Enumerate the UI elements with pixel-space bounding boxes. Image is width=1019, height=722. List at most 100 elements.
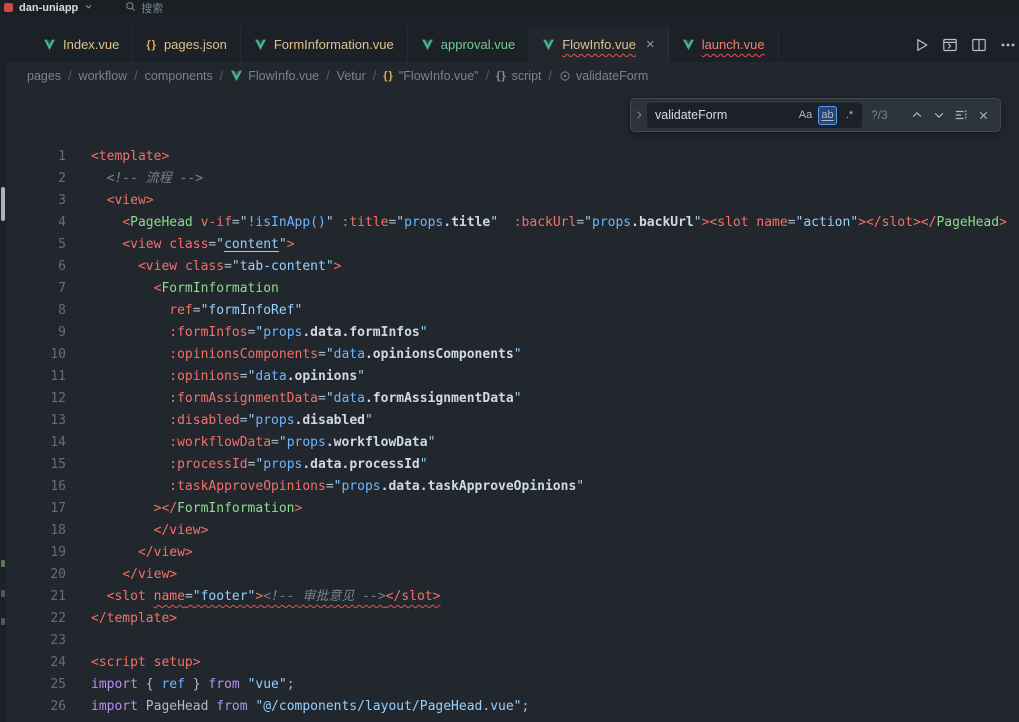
strip-mark — [1, 618, 5, 625]
breadcrumb-item-vetur[interactable]: Vetur — [337, 69, 366, 83]
code-line[interactable]: 20 </view> — [6, 564, 1019, 586]
close-find-button[interactable] — [972, 104, 994, 126]
line-number: 4 — [6, 212, 66, 234]
code-token: " — [514, 347, 522, 362]
code-token: " — [514, 391, 522, 406]
code-line[interactable]: 17 ></FormInformation> — [6, 498, 1019, 520]
code-line[interactable]: 14 :workflowData="props.workflowData" — [6, 432, 1019, 454]
breadcrumb-separator: / — [68, 69, 71, 83]
code-line[interactable]: 3 <view> — [6, 190, 1019, 212]
tab-launch-vue[interactable]: launch.vue — [669, 27, 779, 62]
breadcrumb-item-workflow[interactable]: workflow — [79, 69, 128, 83]
global-search[interactable]: 搜索 — [125, 0, 163, 16]
code-line[interactable]: 2 <!-- 流程 --> — [6, 168, 1019, 190]
line-number: 1 — [6, 146, 66, 168]
code-line[interactable]: 25import { ref } from "vue"; — [6, 674, 1019, 696]
more-actions-button[interactable] — [1000, 37, 1016, 53]
code-token: ref — [169, 303, 192, 318]
code-token: :formAssignmentData — [169, 391, 318, 406]
code-area[interactable]: 1<template>2 <!-- 流程 -->3 <view>4 <PageH… — [6, 90, 1019, 718]
breadcrumb-item-components[interactable]: components — [145, 69, 213, 83]
code-text: <template> — [66, 146, 169, 168]
code-token — [91, 303, 169, 318]
breadcrumb-item-flowinfo-module[interactable]: {}"FlowInfo.vue" — [383, 69, 478, 83]
workspace-name[interactable]: dan-uniapp — [19, 2, 78, 14]
code-token — [91, 457, 169, 472]
code-token: .data.formInfos — [302, 325, 419, 340]
code-line[interactable]: 6 <view class="tab-content"> — [6, 256, 1019, 278]
code-line[interactable]: 11 :opinions="data.opinions" — [6, 366, 1019, 388]
code-token: props — [255, 413, 294, 428]
code-token: class — [169, 237, 208, 252]
code-line[interactable]: 26import PageHead from "@/components/lay… — [6, 696, 1019, 718]
find-input-box: Aa ab .* — [647, 103, 862, 128]
code-token: " — [420, 325, 428, 340]
line-number: 16 — [6, 476, 66, 498]
line-number: 25 — [6, 674, 66, 696]
code-token: " — [279, 237, 287, 252]
code-token: .data.processId — [302, 457, 419, 472]
regex-button[interactable]: .* — [840, 106, 859, 125]
code-line[interactable]: 5 <view class="content"> — [6, 234, 1019, 256]
previous-match-button[interactable] — [906, 104, 928, 126]
breadcrumb-item-script[interactable]: {}script — [496, 69, 541, 83]
code-token: "tab-content" — [232, 259, 334, 274]
code-line[interactable]: 15 :processId="props.data.processId" — [6, 454, 1019, 476]
code-line[interactable]: 12 :formAssignmentData="data.formAssignm… — [6, 388, 1019, 410]
code-line[interactable]: 10 :opinionsComponents="data.opinionsCom… — [6, 344, 1019, 366]
code-line[interactable]: 18 </view> — [6, 520, 1019, 542]
tab-index-vue[interactable]: Index.vue — [30, 27, 133, 62]
code-token: <view> — [107, 193, 154, 208]
next-match-button[interactable] — [928, 104, 950, 126]
code-token — [91, 391, 169, 406]
breadcrumb-item-validateform[interactable]: validateForm — [559, 69, 648, 83]
breadcrumb: pages/workflow/components/FlowInfo.vue/V… — [0, 62, 1019, 90]
code-token: import — [91, 677, 138, 692]
whole-word-button[interactable]: ab — [818, 106, 837, 125]
tab-forminformation-vue[interactable]: FormInformation.vue — [241, 27, 408, 62]
code-line[interactable]: 16 :taskApproveOpinions="props.data.task… — [6, 476, 1019, 498]
find-widget: Aa ab .* ?/3 — [630, 98, 1001, 132]
tab-label: pages.json — [164, 37, 227, 52]
preview-button[interactable] — [942, 37, 958, 53]
code-token: " — [216, 237, 224, 252]
code-line[interactable]: 24<script setup> — [6, 652, 1019, 674]
tab-strip: Index.vue{}pages.jsonFormInformation.vue… — [30, 27, 779, 62]
code-token — [91, 369, 169, 384]
toggle-replace-button[interactable] — [631, 99, 647, 131]
run-button[interactable] — [913, 37, 929, 53]
code-token: </view> — [138, 545, 193, 560]
code-line[interactable]: 13 :disabled="props.disabled" — [6, 410, 1019, 432]
code-line[interactable]: 22</template> — [6, 608, 1019, 630]
breadcrumb-item-pages[interactable]: pages — [27, 69, 61, 83]
split-editor-button[interactable] — [971, 37, 987, 53]
code-text: :opinionsComponents="data.opinionsCompon… — [66, 344, 522, 366]
tab-approval-vue[interactable]: approval.vue — [408, 27, 529, 62]
code-text: :opinions="data.opinions" — [66, 366, 365, 388]
sash-indicator[interactable] — [1, 187, 5, 221]
code-token: <script — [91, 655, 146, 670]
line-number: 6 — [6, 256, 66, 278]
code-line[interactable]: 8 ref="formInfoRef" — [6, 300, 1019, 322]
find-in-selection-button[interactable] — [950, 104, 972, 126]
code-line[interactable]: 7 <FormInformation — [6, 278, 1019, 300]
code-line[interactable]: 4 <PageHead v-if="!isInApp()" :title="pr… — [6, 212, 1019, 234]
code-line[interactable]: 1<template> — [6, 146, 1019, 168]
code-line[interactable]: 23 — [6, 630, 1019, 652]
code-line[interactable]: 21 <slot name="footer"><!-- 审批意见 --></sl… — [6, 586, 1019, 608]
search-label: 搜索 — [141, 0, 163, 16]
breadcrumb-item-flowinfo-file[interactable]: FlowInfo.vue — [230, 69, 319, 83]
strip-mark — [1, 590, 5, 597]
code-token: .title — [443, 215, 490, 230]
tab-flowinfo-vue[interactable]: FlowInfo.vue× — [529, 27, 668, 62]
find-input[interactable] — [655, 108, 796, 122]
code-token: FormInformation — [177, 501, 294, 516]
tab-pages-json[interactable]: {}pages.json — [133, 27, 240, 62]
match-case-button[interactable]: Aa — [796, 106, 815, 125]
line-number: 19 — [6, 542, 66, 564]
code-line[interactable]: 9 :formInfos="props.data.formInfos" — [6, 322, 1019, 344]
find-results-count: ?/3 — [871, 108, 897, 122]
close-tab-icon[interactable]: × — [646, 37, 655, 52]
code-line[interactable]: 19 </view> — [6, 542, 1019, 564]
code-text: :formAssignmentData="data.formAssignment… — [66, 388, 522, 410]
